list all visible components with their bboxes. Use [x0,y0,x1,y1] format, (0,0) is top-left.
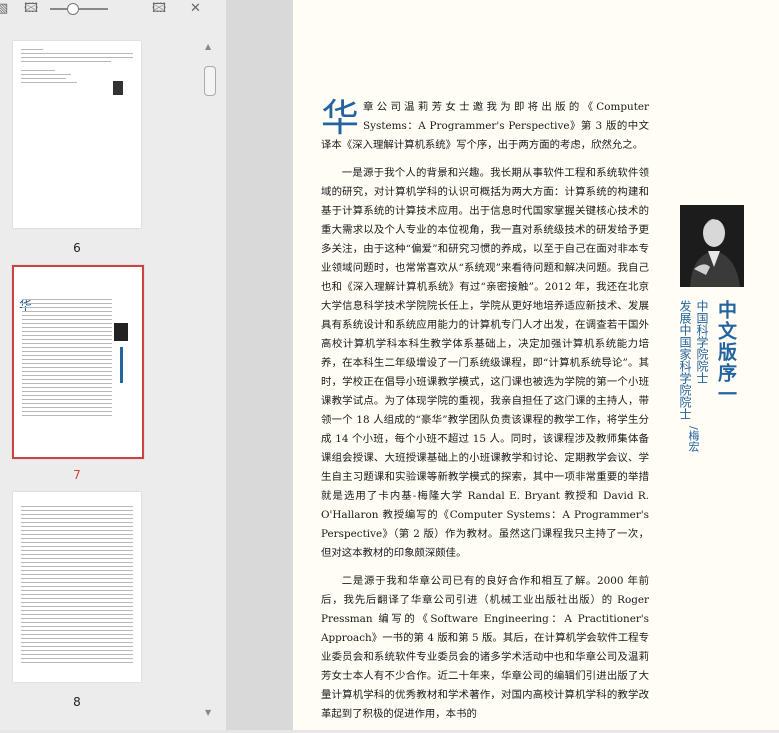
paragraph-1-text: 章公司温莉芳女士邀我为即将出版的《Computer Systems：A Prog… [321,101,649,151]
paragraph-intro: 华章公司温莉芳女士邀我为即将出版的《Computer Systems：A Pro… [321,98,649,155]
author-name: /梅宏 [687,426,700,452]
thumbnail-scrollbar[interactable]: ▲ ▼ [202,40,218,720]
drop-cap: 华 [321,96,360,140]
scroll-up-icon[interactable]: ▲ [205,42,211,51]
thumbnail-panel: ▧ 🖾 🖾 ✕ 6 华 7 8 ▲ ▼ [0,0,226,730]
thumbnail-page-7[interactable]: 华 [12,265,144,459]
large-image-icon[interactable]: 🖾 [152,1,166,17]
zoom-slider[interactable] [50,8,108,10]
scrollbar-thumb[interactable] [204,66,216,96]
close-icon[interactable]: ✕ [190,1,201,17]
thumbnail-page-number: 7 [73,468,81,482]
author-photo [680,205,744,287]
paragraph-3: 二是源于我和华章公司已有的良好合作和相互了解。2000 年前后，我先后翻译了华章… [321,575,649,720]
preface-title: 中文版序一 [715,300,737,405]
thumbnail-page-8[interactable] [13,492,141,682]
paragraph-2: 一是源于我个人的背景和兴趣。我长期从事软件工程和系统软件领域的研究，对计算机学科… [321,167,649,559]
thumbnail-page-number: 6 [73,241,81,255]
thumbnail-toolbar: ▧ 🖾 🖾 ✕ [0,0,226,20]
scroll-down-icon[interactable]: ▼ [205,708,211,717]
author-affiliation-1: 中国科学院院士 [695,300,709,384]
body-text: 华章公司温莉芳女士邀我为即将出版的《Computer Systems：A Pro… [321,98,649,733]
small-image-icon[interactable]: 🖾 [24,1,38,17]
thumbnail-page-6[interactable] [13,41,141,228]
document-page: 华章公司温莉芳女士邀我为即将出版的《Computer Systems：A Pro… [293,0,779,730]
thumbnail-view-icon[interactable]: ▧ [0,1,8,17]
zoom-slider-handle[interactable] [67,3,79,15]
thumbnail-page-number: 8 [73,695,81,709]
author-affiliation-2: 发展中国家科学院院士 [678,300,692,420]
